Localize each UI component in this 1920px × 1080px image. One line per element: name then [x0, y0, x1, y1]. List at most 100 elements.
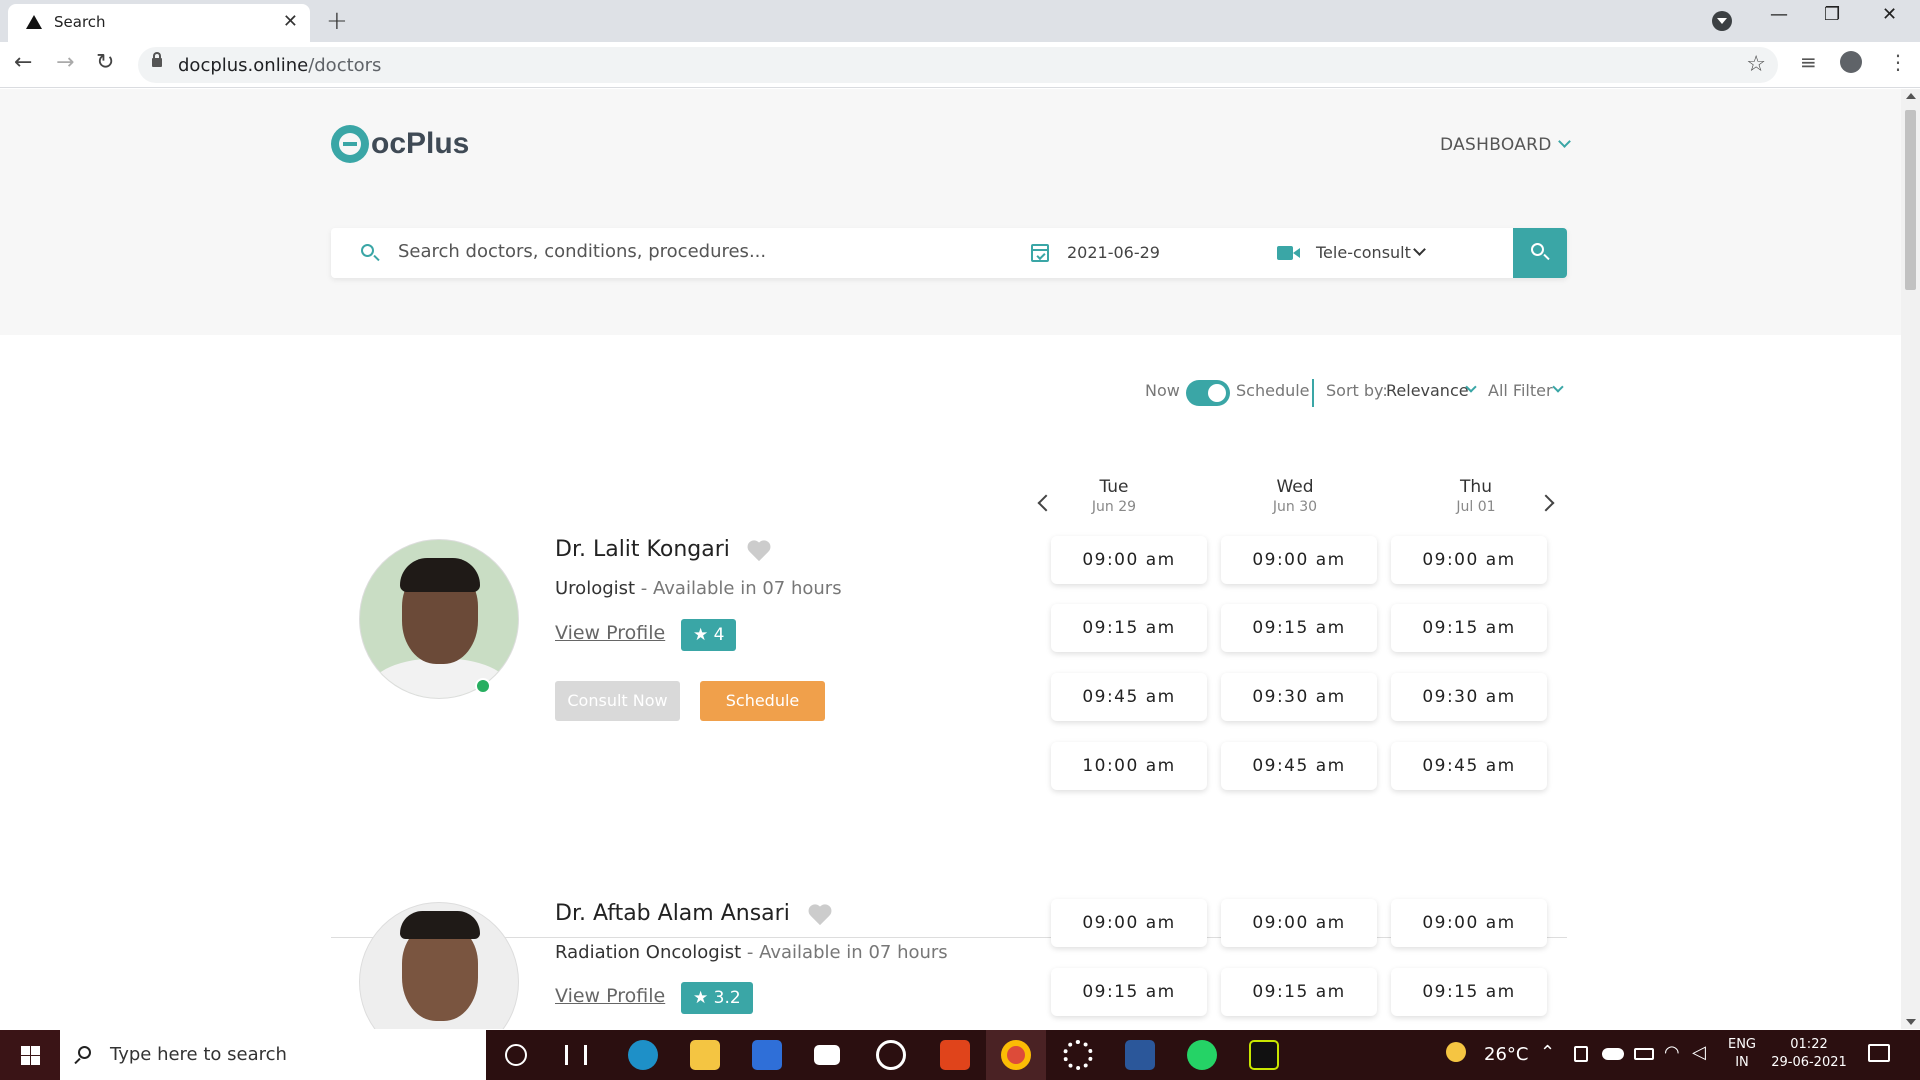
avatar-face [402, 925, 478, 1021]
view-profile-link[interactable]: View Profile [555, 622, 665, 644]
view-profile-link[interactable]: View Profile [555, 985, 665, 1007]
battery-icon[interactable] [1634, 1048, 1654, 1060]
schedule-button[interactable]: Schedule [700, 681, 825, 721]
time-slot[interactable]: 09:00 am [1391, 536, 1547, 584]
time-slot[interactable]: 09:15 am [1391, 968, 1547, 1016]
close-window-button[interactable]: ✕ [1882, 4, 1897, 25]
previous-days-icon[interactable] [1037, 494, 1055, 512]
now-schedule-toggle[interactable] [1186, 380, 1230, 406]
minimize-button[interactable]: — [1770, 4, 1788, 25]
time-slot[interactable]: 09:45 am [1051, 673, 1207, 721]
edge-browser-icon[interactable] [628, 1040, 658, 1070]
onedrive-cloud-icon[interactable] [1602, 1048, 1624, 1060]
cortana-icon[interactable] [505, 1044, 527, 1066]
doctor-specialty: Radiation Oncologist - Available in 07 h… [555, 942, 948, 963]
scrollbar-thumb[interactable] [1905, 110, 1916, 290]
new-tab-button[interactable]: + [326, 6, 348, 36]
doctor-avatar[interactable] [359, 539, 519, 699]
time-slot[interactable]: 09:30 am [1221, 673, 1377, 721]
browser-tab[interactable]: Search ✕ [8, 4, 310, 42]
time-slot[interactable]: 09:45 am [1221, 742, 1377, 790]
word-icon[interactable] [1125, 1040, 1155, 1070]
chrome-icon[interactable] [1001, 1040, 1031, 1070]
language-code: ENG [1727, 1037, 1756, 1052]
url-host: docplus.online [178, 55, 309, 76]
profile-avatar-icon[interactable] [1840, 51, 1862, 73]
doctor-specialty: Urologist - Available in 07 hours [555, 578, 842, 599]
time-slot[interactable]: 09:15 am [1221, 604, 1377, 652]
weather-moon-icon[interactable] [1446, 1042, 1466, 1062]
settings-gear-icon[interactable] [1063, 1040, 1093, 1070]
search-button[interactable] [1513, 228, 1567, 278]
bookmark-star-icon[interactable]: ☆ [1746, 52, 1766, 77]
dashboard-menu[interactable]: DASHBOARD [1440, 135, 1571, 155]
taskbar-search-placeholder: Type here to search [110, 1044, 287, 1065]
chrome-menu-icon[interactable]: ⋮ [1888, 50, 1908, 74]
forward-icon[interactable]: → [56, 50, 74, 75]
time-slot[interactable]: 09:15 am [1051, 968, 1207, 1016]
office-icon[interactable] [940, 1040, 970, 1070]
search-icon [78, 1046, 91, 1059]
start-button[interactable] [0, 1030, 60, 1080]
tab-search-icon[interactable] [1712, 11, 1732, 31]
time-slot[interactable]: 09:00 am [1221, 536, 1377, 584]
doctor-name[interactable]: Dr. Aftab Alam Ansari [555, 901, 790, 926]
consult-now-button[interactable]: Consult Now [555, 681, 680, 721]
language-indicator[interactable]: ENG IN [1720, 1036, 1764, 1072]
sort-select[interactable]: Relevance [1386, 381, 1469, 400]
time-slot[interactable]: 09:45 am [1391, 742, 1547, 790]
time-slot[interactable]: 09:00 am [1221, 899, 1377, 947]
notification-icon[interactable] [1868, 1044, 1890, 1062]
all-filter-button[interactable]: All Filter [1488, 381, 1553, 400]
clock[interactable]: 01:22 29-06-2021 [1764, 1036, 1854, 1072]
time-slot[interactable]: 09:30 am [1391, 673, 1547, 721]
taskbar-search[interactable]: Type here to search [60, 1030, 486, 1080]
docplus-logo[interactable]: ocPlus [331, 124, 469, 164]
url-text[interactable]: docplus.online/doctors [178, 55, 381, 76]
dropbox-icon[interactable] [814, 1045, 840, 1065]
pycharm-icon[interactable] [1249, 1040, 1279, 1070]
task-view-icon[interactable] [565, 1045, 587, 1065]
specialty-text: Urologist [555, 578, 636, 599]
meet-icon[interactable] [1574, 1046, 1588, 1062]
back-icon[interactable]: ← [14, 50, 32, 75]
restore-button[interactable]: ❐ [1824, 4, 1840, 25]
whatsapp-icon[interactable] [1187, 1040, 1217, 1070]
toggle-knob [1208, 384, 1226, 402]
time-slot[interactable]: 09:15 am [1051, 604, 1207, 652]
scroll-down-icon[interactable] [1906, 1019, 1916, 1025]
scroll-up-icon[interactable] [1906, 93, 1916, 99]
card-divider [331, 937, 1567, 938]
time-slot[interactable]: 09:00 am [1051, 899, 1207, 947]
doctor-avatar[interactable] [359, 902, 519, 1029]
address-bar[interactable]: docplus.online/doctors ☆ [138, 47, 1778, 83]
date-picker[interactable]: 2021-06-29 [1067, 243, 1160, 262]
mail-icon[interactable] [752, 1040, 782, 1070]
wifi-icon[interactable]: ◠ [1664, 1042, 1680, 1063]
favorite-heart-icon[interactable] [808, 905, 832, 927]
reload-icon[interactable]: ↻ [96, 50, 114, 75]
weather-temperature[interactable]: 26°C [1484, 1044, 1528, 1065]
time-slot[interactable]: 09:15 am [1391, 604, 1547, 652]
app-icon[interactable] [876, 1040, 906, 1070]
favorite-heart-icon[interactable] [747, 541, 771, 563]
site-favicon-icon [26, 15, 42, 29]
search-input[interactable]: Search doctors, conditions, procedures..… [398, 241, 766, 262]
page-scrollbar[interactable] [1901, 89, 1920, 1029]
doctor-name[interactable]: Dr. Lalit Kongari [555, 537, 730, 562]
consult-mode-select[interactable]: Tele-consult [1316, 243, 1411, 262]
file-explorer-icon[interactable] [690, 1040, 720, 1070]
tab-close-icon[interactable]: ✕ [283, 11, 298, 32]
tray-chevron-up-icon[interactable]: ⌃ [1540, 1042, 1555, 1063]
avatar-hair [400, 558, 480, 592]
time-slot[interactable]: 10:00 am [1051, 742, 1207, 790]
media-control-icon[interactable]: ≡ [1800, 50, 1817, 74]
chevron-down-icon[interactable] [1552, 381, 1564, 393]
volume-icon[interactable]: ◁ [1692, 1042, 1706, 1063]
day-date: Jun 30 [1272, 499, 1318, 515]
time-slot[interactable]: 09:00 am [1051, 536, 1207, 584]
chevron-down-icon[interactable] [1413, 243, 1426, 256]
time-slot[interactable]: 09:00 am [1391, 899, 1547, 947]
time-slot[interactable]: 09:15 am [1221, 968, 1377, 1016]
next-days-icon[interactable] [1537, 494, 1555, 512]
